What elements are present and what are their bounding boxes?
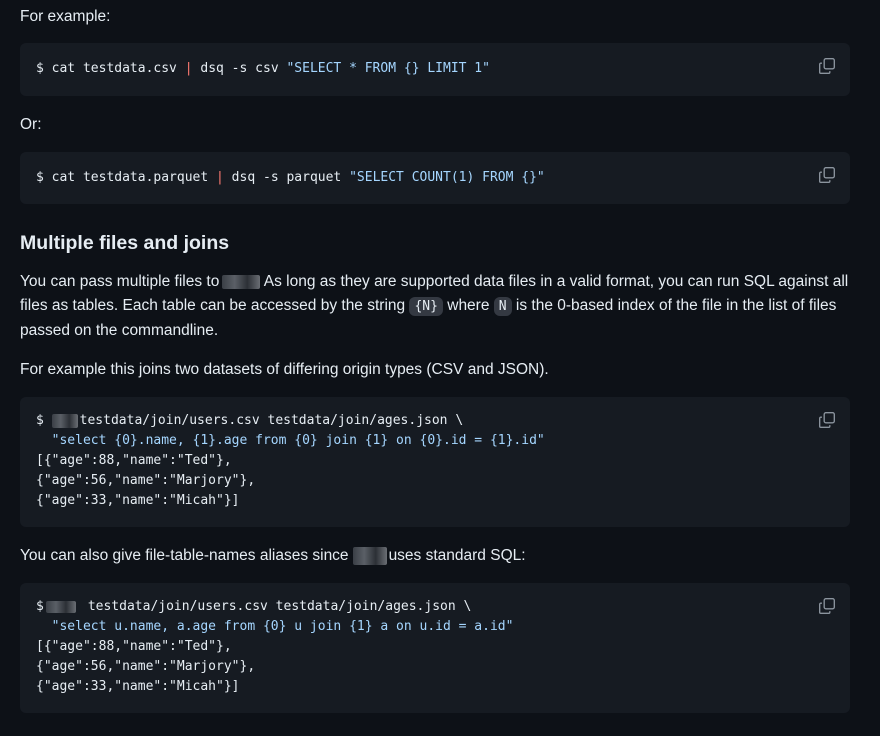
redacted-text — [352, 546, 387, 565]
paragraph-multiple-files: You can pass multiple files to As long a… — [20, 270, 855, 343]
copy-icon[interactable] — [818, 597, 836, 615]
text: uses standard SQL: — [388, 547, 526, 564]
code-string: "SELECT COUNT(1) FROM {}" — [349, 170, 545, 185]
redacted-text — [45, 600, 76, 613]
text: You can also give file-table-names alias… — [20, 547, 349, 564]
code-content: $ cat testdata.csv | dsq -s csv "SELECT … — [36, 59, 490, 79]
code-string: "SELECT * FROM {} LIMIT 1" — [286, 61, 490, 76]
paragraph-aliases: You can also give file-table-names alias… — [20, 544, 855, 568]
inline-code: {N} — [409, 297, 443, 316]
inline-code: N — [493, 297, 512, 316]
code-output: [{"age":88,"name":"Ted"}, — [36, 453, 232, 468]
text: where — [442, 297, 494, 314]
code-output: {"age":56,"name":"Marjory"}, — [36, 473, 256, 488]
code-block-aliases: $ testdata/join/users.csv testdata/join/a… — [20, 583, 850, 713]
code-string: "select u.name, a.age from {0} u join {1… — [36, 619, 514, 634]
code-output: {"age":56,"name":"Marjory"}, — [36, 659, 256, 674]
code-command: cat testdata.parquet — [51, 170, 217, 185]
code-content: $ cat testdata.parquet | dsq -s parquet … — [36, 168, 545, 188]
code-string: "select {0}.name, {1}.age from {0} join … — [36, 433, 545, 448]
code-command: dsq -s csv — [192, 61, 287, 76]
shell-prompt: $ — [36, 599, 44, 614]
paragraph-join-example: For example this joins two datasets of d… — [20, 361, 549, 378]
code-command: dsq -s parquet — [223, 170, 350, 185]
shell-prompt: $ — [36, 61, 52, 76]
code-command: cat testdata.csv — [51, 61, 185, 76]
code-block-csv: $ cat testdata.csv | dsq -s csv "SELECT … — [20, 43, 850, 96]
code-command: testdata/join/users.csv testdata/join/ag… — [79, 413, 464, 428]
paragraph-or: Or: — [20, 116, 42, 133]
code-content: $ testdata/join/users.csv testdata/join/a… — [36, 597, 513, 697]
pipe-operator: | — [184, 61, 193, 76]
text: You can pass multiple files to — [20, 273, 220, 290]
section-heading: Multiple files and joins — [20, 232, 230, 254]
code-content: $ testdata/join/users.csv testdata/join/… — [36, 411, 545, 511]
code-block-join: $ testdata/join/users.csv testdata/join/… — [20, 397, 850, 527]
shell-prompt: $ — [36, 170, 52, 185]
redacted-text — [222, 274, 261, 289]
redacted-text — [51, 413, 78, 428]
code-output: {"age":33,"name":"Micah"}] — [36, 493, 240, 508]
copy-icon[interactable] — [818, 166, 836, 184]
code-output: [{"age":88,"name":"Ted"}, — [36, 639, 232, 654]
shell-prompt: $ — [36, 413, 52, 428]
copy-icon[interactable] — [818, 57, 836, 75]
code-output: {"age":33,"name":"Micah"}] — [36, 679, 240, 694]
code-block-parquet: $ cat testdata.parquet | dsq -s parquet … — [20, 152, 850, 204]
pipe-operator: | — [216, 170, 224, 185]
copy-icon[interactable] — [818, 411, 836, 429]
paragraph-for-example: For example: — [20, 8, 111, 25]
code-command: testdata/join/users.csv testdata/join/ag… — [87, 599, 472, 614]
